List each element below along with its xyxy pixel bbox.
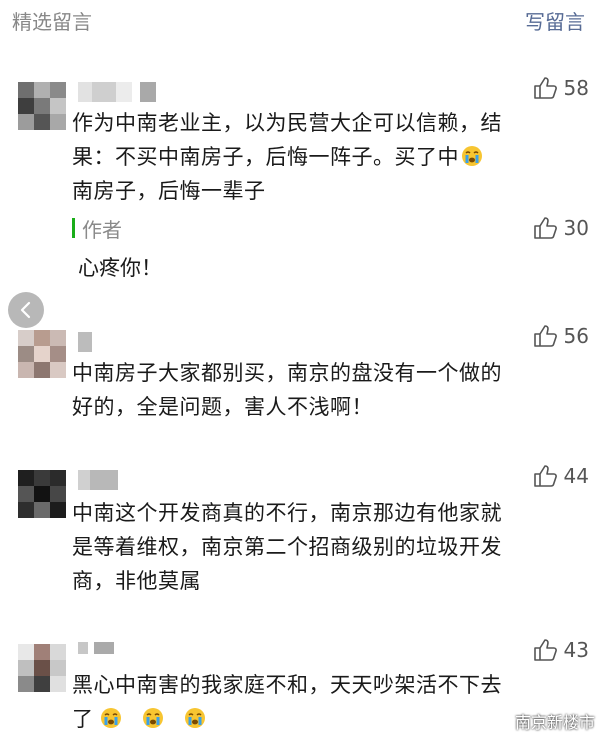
crying-emoji-icon	[462, 146, 482, 166]
avatar[interactable]	[18, 330, 66, 378]
comment-item: 44 中南这个开发商真的不行，南京那边有他家就 是等着维权，南京第二个招商级别的…	[0, 462, 611, 622]
comment-item: 58 作为中南老业主，以为民营大企可以信赖，结 果：不买中南房子，后悔一阵子。买…	[0, 70, 611, 290]
author-like-counter[interactable]: 30	[532, 214, 589, 242]
comment-text-line: 好的，全是问题，害人不浅啊！	[72, 395, 373, 419]
watermark: 南京新楼市	[489, 708, 595, 734]
thumbs-up-icon[interactable]	[532, 323, 558, 349]
comment-text-line: 商，非他莫属	[72, 569, 201, 593]
nickname-blurred	[78, 82, 158, 102]
thumbs-up-icon[interactable]	[532, 75, 558, 101]
comment-text-line: 黑心中南害的我家庭不和，天天吵架活不下去	[72, 673, 502, 697]
like-counter[interactable]: 58	[532, 74, 589, 102]
like-counter[interactable]: 43	[532, 636, 589, 664]
nickname-blurred	[78, 332, 98, 352]
like-counter[interactable]: 56	[532, 322, 589, 350]
comment-text-segment: 果：不买中南房子，后悔一阵子。买了中	[72, 145, 459, 169]
thumbs-up-icon[interactable]	[532, 215, 558, 241]
featured-comments-title: 精选留言	[12, 10, 92, 34]
comment-text-line: 是等着维权，南京第二个招商级别的垃圾开发	[72, 535, 502, 559]
comment-text-segment: 了	[72, 707, 94, 731]
nickname-blurred	[78, 470, 128, 490]
avatar[interactable]	[18, 82, 66, 130]
author-marker	[72, 218, 75, 238]
avatar[interactable]	[18, 644, 66, 692]
comment-item: 56 中南房子大家都别买，南京的盘没有一个做的 好的，全是问题，害人不浅啊！	[0, 322, 611, 442]
comment-text-line: 中南这个开发商真的不行，南京那边有他家就	[72, 501, 502, 525]
watermark-text: 南京新楼市	[514, 713, 595, 732]
like-count: 44	[563, 464, 589, 488]
chevron-left-icon	[20, 301, 31, 319]
crying-emoji-icon	[184, 708, 205, 728]
comment-text: 作为中南老业主，以为民营大企可以信赖，结 果：不买中南房子，后悔一阵子。买了中 …	[72, 106, 592, 208]
comment-text: 中南房子大家都别买，南京的盘没有一个做的 好的，全是问题，害人不浅啊！	[72, 356, 592, 424]
comment-text-line: 果：不买中南房子，后悔一阵子。买了中	[72, 140, 592, 174]
crying-emoji-icon	[100, 708, 121, 728]
comments-header: 精选留言 写留言	[0, 0, 611, 36]
thumbs-up-icon[interactable]	[532, 637, 558, 663]
comment-text-line: 中南房子大家都别买，南京的盘没有一个做的	[72, 361, 502, 385]
author-reply-text: 心疼你！	[78, 256, 162, 280]
crying-emoji-icon	[142, 708, 163, 728]
avatar[interactable]	[18, 470, 66, 518]
thumbs-up-icon[interactable]	[532, 463, 558, 489]
like-count: 58	[563, 76, 589, 100]
like-counter[interactable]: 44	[532, 462, 589, 490]
author-label: 作者	[82, 218, 122, 242]
like-count: 30	[563, 216, 589, 240]
author-reply-header: 作者	[72, 214, 592, 244]
wechat-icon	[489, 712, 510, 729]
comment-text-line: 作为中南老业主，以为民营大企可以信赖，结	[72, 111, 502, 135]
comment-text: 中南这个开发商真的不行，南京那边有他家就 是等着维权，南京第二个招商级别的垃圾开…	[72, 496, 592, 598]
write-comment-link[interactable]: 写留言	[525, 6, 585, 35]
comment-text-line: 南房子，后悔一辈子	[72, 179, 266, 203]
nickname-blurred	[78, 642, 118, 662]
like-count: 56	[563, 324, 589, 348]
like-count: 43	[563, 638, 589, 662]
